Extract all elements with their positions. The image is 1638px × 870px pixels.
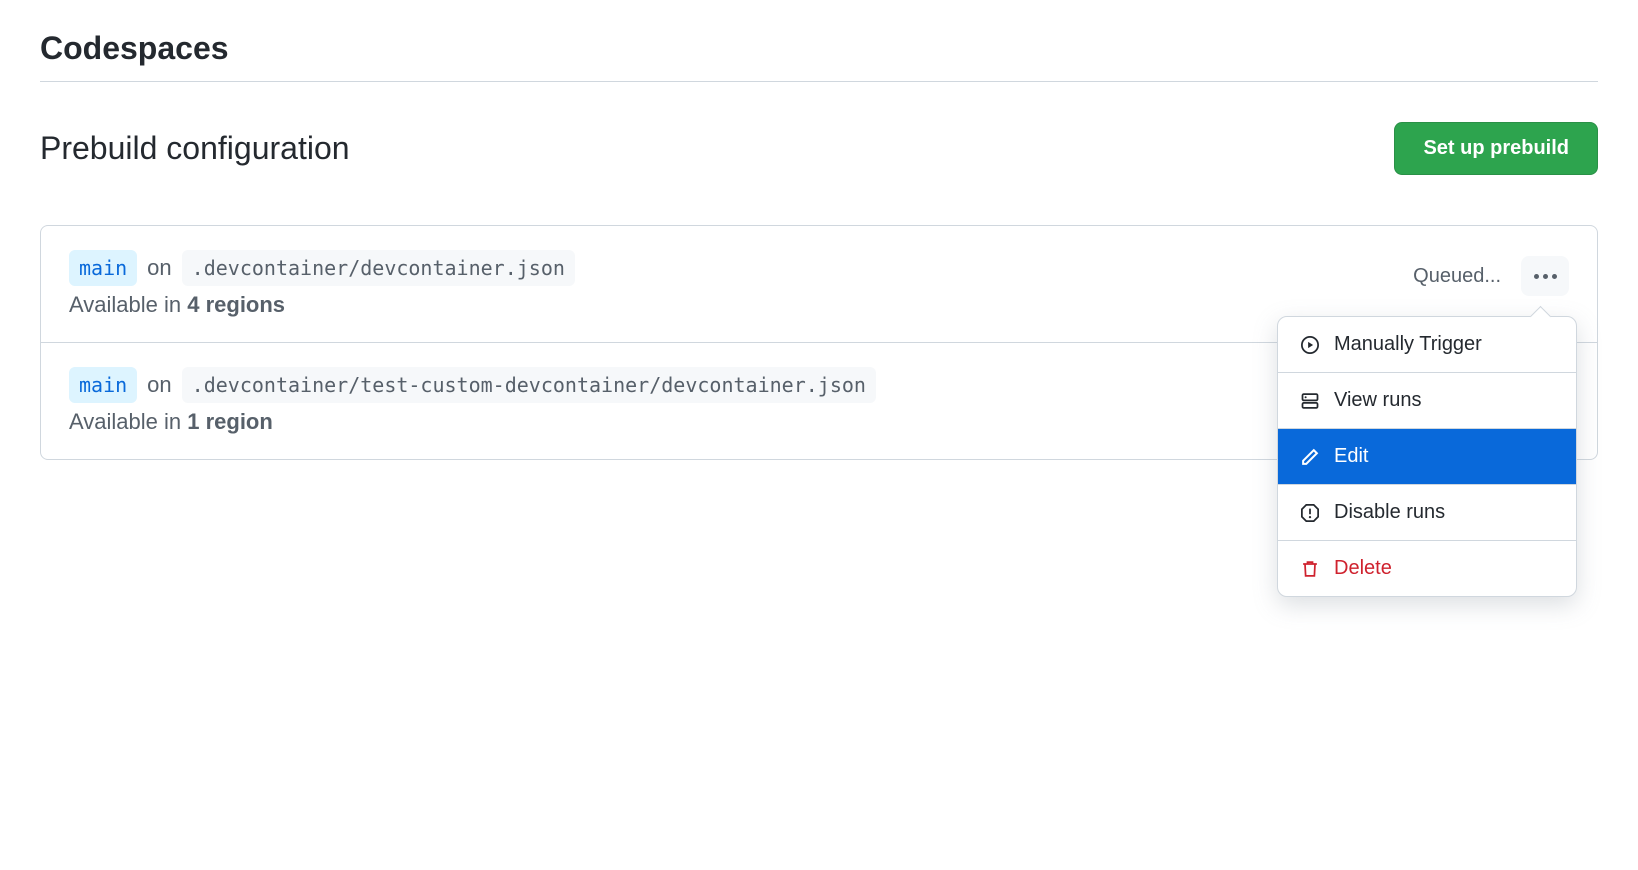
branch-badge: main xyxy=(69,367,137,403)
menu-edit[interactable]: Edit xyxy=(1278,429,1576,485)
config-actions: Queued... xyxy=(1413,256,1569,296)
status-text: Queued... xyxy=(1413,265,1501,288)
kebab-menu-button[interactable] xyxy=(1521,256,1569,296)
config-info: main on .devcontainer/devcontainer.json … xyxy=(69,250,1413,318)
stop-icon xyxy=(1300,503,1320,523)
availability-count: 4 regions xyxy=(187,292,285,317)
kebab-dropdown: Manually Trigger View runs Edit Disable … xyxy=(1277,316,1577,597)
availability-prefix: Available in xyxy=(69,292,187,317)
page-title: Codespaces xyxy=(40,30,1598,82)
play-icon xyxy=(1300,335,1320,355)
devcontainer-path: .devcontainer/test-custom-devcontainer/d… xyxy=(182,367,876,403)
availability-count: 1 region xyxy=(187,409,273,434)
setup-prebuild-button[interactable]: Set up prebuild xyxy=(1394,122,1598,175)
prebuild-config-row: main on .devcontainer/devcontainer.json … xyxy=(41,226,1597,343)
branch-line: main on .devcontainer/devcontainer.json xyxy=(69,250,1413,286)
prebuild-config-list: main on .devcontainer/devcontainer.json … xyxy=(40,225,1598,460)
menu-label: View runs xyxy=(1334,389,1421,412)
availability-text: Available in 4 regions xyxy=(69,292,1413,318)
pencil-icon xyxy=(1300,447,1320,467)
menu-label: Disable runs xyxy=(1334,501,1445,524)
menu-disable-runs[interactable]: Disable runs xyxy=(1278,485,1576,541)
menu-manually-trigger[interactable]: Manually Trigger xyxy=(1278,317,1576,373)
availability-prefix: Available in xyxy=(69,409,187,434)
section-header: Prebuild configuration Set up prebuild xyxy=(40,122,1598,175)
devcontainer-path: .devcontainer/devcontainer.json xyxy=(182,250,575,286)
menu-view-runs[interactable]: View runs xyxy=(1278,373,1576,429)
runs-icon xyxy=(1300,391,1320,411)
menu-label: Delete xyxy=(1334,557,1392,580)
section-title: Prebuild configuration xyxy=(40,130,350,167)
kebab-icon xyxy=(1534,274,1557,279)
on-text: on xyxy=(143,250,175,285)
on-text: on xyxy=(143,367,175,402)
trash-icon xyxy=(1300,559,1320,579)
menu-delete[interactable]: Delete xyxy=(1278,541,1576,596)
branch-badge: main xyxy=(69,250,137,286)
menu-label: Manually Trigger xyxy=(1334,333,1482,356)
menu-label: Edit xyxy=(1334,445,1368,468)
